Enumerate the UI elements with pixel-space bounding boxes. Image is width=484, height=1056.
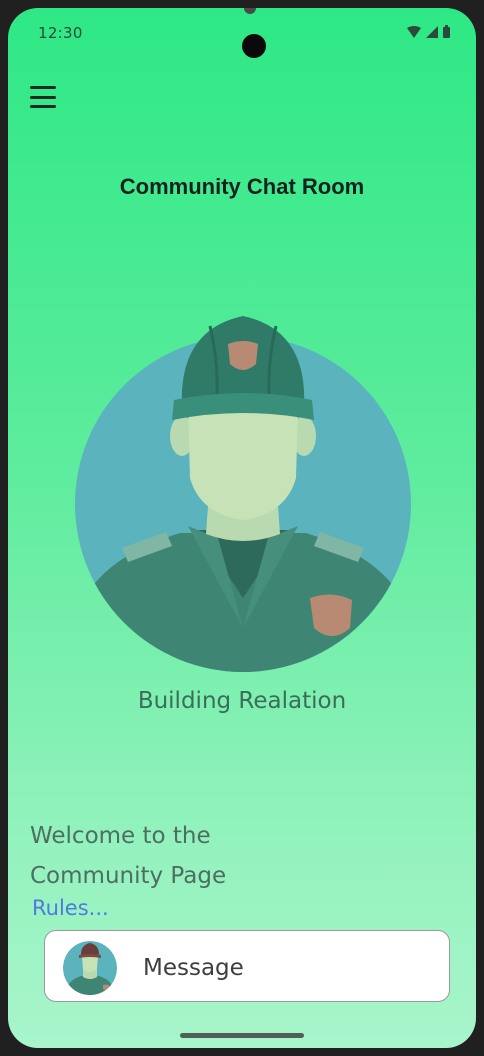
status-icons: [407, 25, 450, 38]
welcome-text: Welcome to the Community Page: [30, 816, 226, 896]
phone-screen: 12:30 Community Chat Room Building Reala…: [8, 8, 476, 1048]
page-title: Community Chat Room: [119, 174, 365, 199]
status-time: 12:30: [38, 24, 83, 42]
menu-line: [30, 95, 56, 99]
welcome-line-1: Welcome to the: [30, 823, 211, 849]
status-bar: 12:30: [8, 8, 476, 58]
menu-line: [30, 105, 56, 108]
message-input[interactable]: [141, 947, 435, 989]
signal-icon: [426, 25, 438, 38]
message-composer: [44, 930, 450, 1002]
rules-link[interactable]: Rules...: [32, 896, 109, 920]
wifi-icon: [407, 25, 421, 38]
home-indicator[interactable]: [180, 1033, 304, 1038]
welcome-line-2: Community Page: [30, 863, 227, 889]
hero-subtitle: Building Realation: [137, 688, 347, 714]
hamburger-menu-icon[interactable]: [30, 86, 60, 108]
police-officer-avatar-small[interactable]: [63, 941, 117, 995]
menu-line: [30, 86, 56, 89]
battery-icon: [443, 25, 450, 38]
front-camera: [242, 34, 266, 58]
police-officer-avatar: [75, 316, 411, 672]
